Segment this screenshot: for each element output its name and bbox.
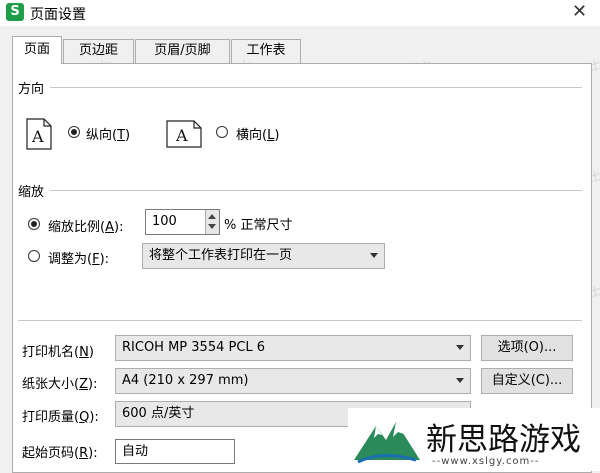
landscape-icon-letter: A: [175, 126, 188, 145]
spin-down-icon[interactable]: [208, 224, 216, 229]
orientation-heading: 方向: [18, 82, 45, 97]
printer-select[interactable]: RICOH MP 3554 PCL 6: [115, 335, 471, 361]
fit-select[interactable]: 将整个工作表打印在一页: [142, 243, 385, 269]
mountain-logo-icon: [354, 422, 420, 464]
chevron-down-icon: [456, 378, 464, 383]
brand-logo: 新思路游戏 --www.xslgy.com--: [348, 408, 600, 471]
portrait-icon-letter: A: [31, 127, 44, 146]
paper-label: 纸张大小(Z):: [22, 377, 98, 392]
brand-name: 新思路游戏: [426, 422, 581, 458]
scale-suffix: % 正常尺寸: [224, 218, 293, 233]
divider: [50, 87, 582, 88]
printer-options-button[interactable]: 选项(O)...: [481, 335, 573, 361]
divider: [50, 190, 582, 191]
quality-label: 打印质量(Q):: [22, 410, 99, 425]
paper-select[interactable]: A4 (210 x 297 mm): [115, 368, 471, 394]
fit-radio[interactable]: [28, 250, 40, 262]
printer-label: 打印机名(N): [22, 345, 94, 360]
landscape-radio[interactable]: [216, 126, 228, 138]
scale-input[interactable]: 100: [145, 209, 220, 235]
portrait-page-icon: A: [26, 118, 52, 150]
scale-stepper[interactable]: [205, 210, 219, 234]
brand-url: --www.xslgy.com--: [432, 456, 540, 467]
tab-header-footer[interactable]: 页眉/页脚: [135, 39, 230, 63]
tab-page[interactable]: 页面: [12, 36, 62, 64]
landscape-page-icon: A: [166, 120, 202, 148]
landscape-label[interactable]: 横向(L): [236, 124, 279, 143]
scaling-heading: 缩放: [18, 185, 45, 200]
portrait-radio[interactable]: [68, 126, 80, 138]
close-icon[interactable]: ✕: [572, 1, 587, 22]
chevron-down-icon: [370, 253, 378, 258]
dialog-title: 页面设置: [30, 7, 86, 23]
portrait-label[interactable]: 纵向(T): [86, 124, 130, 143]
scale-radio[interactable]: [28, 218, 40, 230]
first-page-input[interactable]: 自动: [115, 439, 235, 464]
fit-label[interactable]: 调整为(F):: [48, 248, 109, 267]
app-icon: S: [6, 3, 24, 21]
spin-up-icon[interactable]: [208, 214, 216, 219]
scale-label[interactable]: 缩放比例(A):: [48, 216, 123, 235]
chevron-down-icon: [456, 345, 464, 350]
title-bar: S 页面设置 ✕: [0, 0, 600, 26]
first-page-label: 起始页码(R):: [22, 446, 98, 461]
custom-paper-button[interactable]: 自定义(C)...: [481, 368, 573, 394]
divider: [18, 320, 582, 321]
